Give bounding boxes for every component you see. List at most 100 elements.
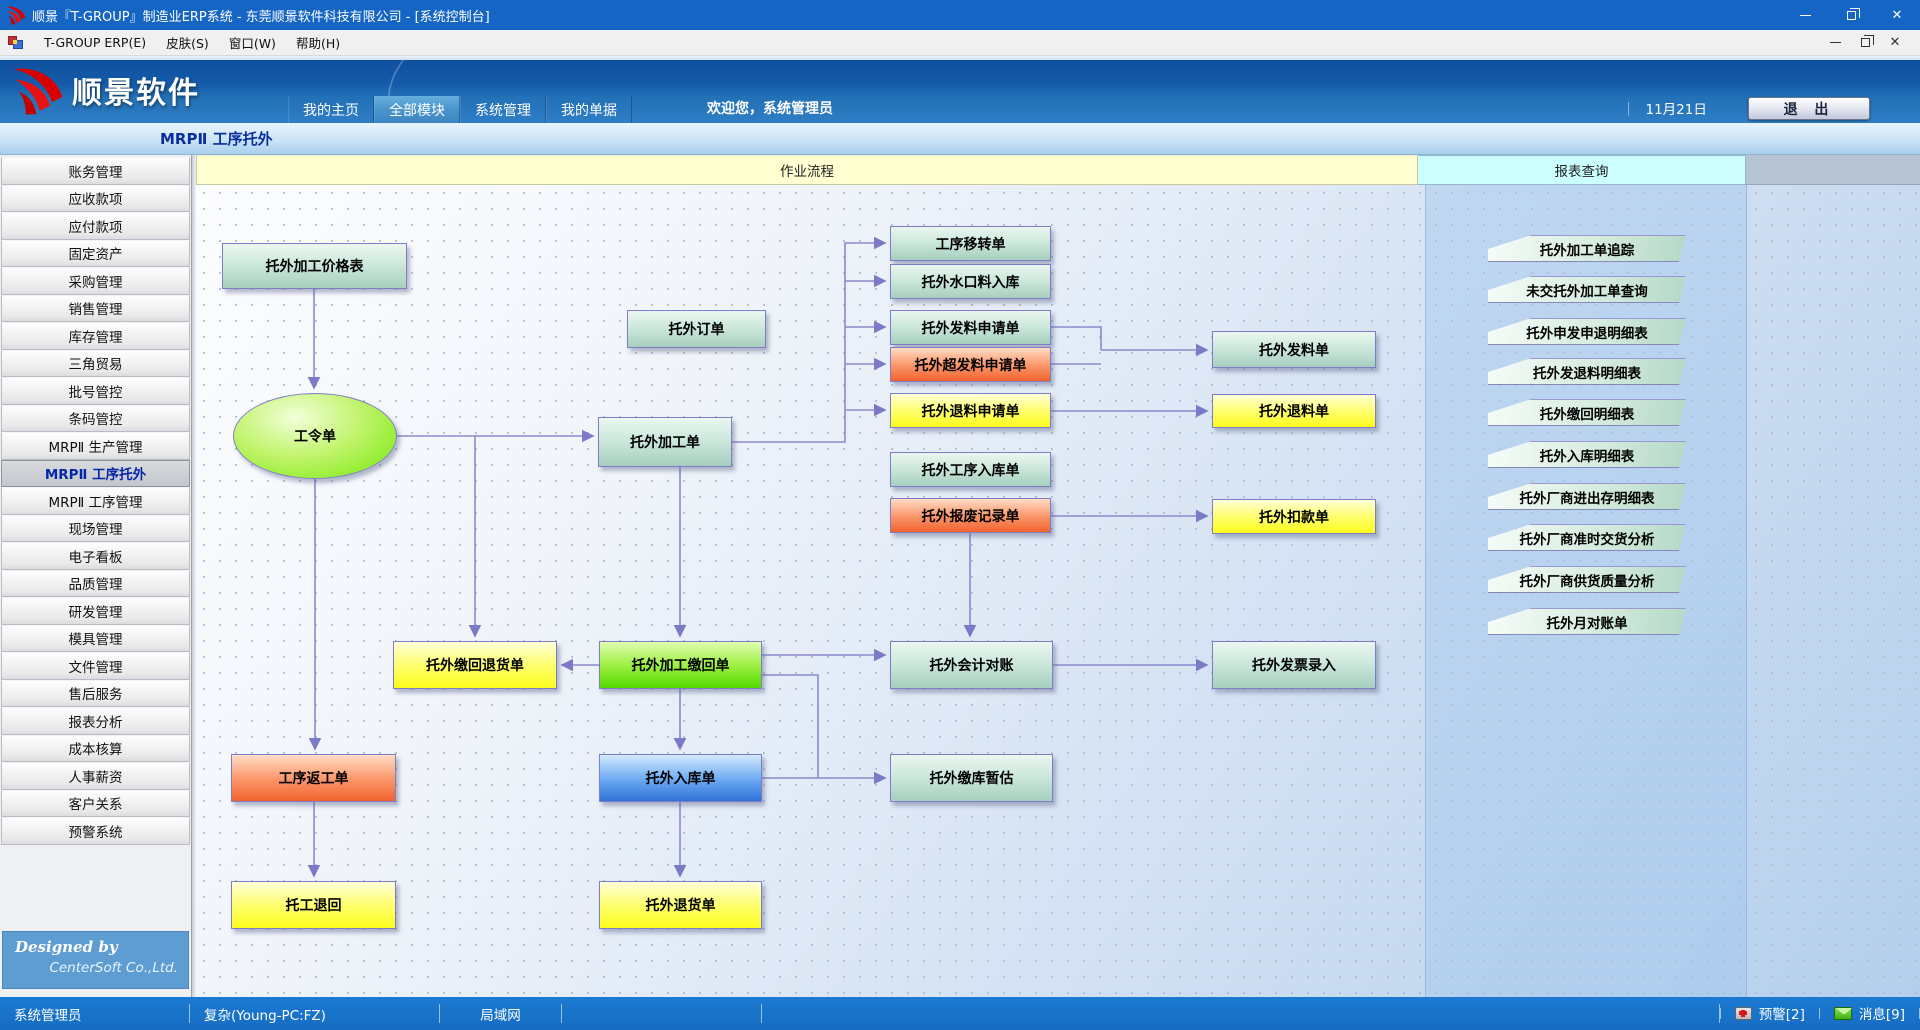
status-user: 系统管理员 xyxy=(0,1004,190,1024)
sidebar-item-5[interactable]: 销售管理 xyxy=(1,295,190,323)
mdi-minimize-icon[interactable] xyxy=(1820,42,1850,43)
sidebar-item-14[interactable]: 电子看板 xyxy=(1,542,190,570)
close-icon[interactable]: ✕ xyxy=(1874,0,1920,30)
designed-by-line1: Designed by xyxy=(15,938,178,956)
restore-icon[interactable] xyxy=(1828,0,1874,30)
status-empty-segment xyxy=(562,1004,762,1024)
sidebar-item-23[interactable]: 客户关系 xyxy=(1,790,190,818)
flow-node-issue-note[interactable]: 托外发料单 xyxy=(1212,331,1376,368)
menu-item-3[interactable]: 帮助(H) xyxy=(286,30,350,55)
main-panel: 作业流程 报表查询 xyxy=(196,155,1920,997)
brand: 顺景软件 xyxy=(12,64,200,116)
content: 账务管理应收款项应付款项固定资产采购管理销售管理库存管理三角贸易批号管控条码管控… xyxy=(0,155,1920,997)
designed-by-line2: CenterSoft Co.,Ltd. xyxy=(15,960,178,976)
flow-node-over-issue-request[interactable]: 托外超发料申请单 xyxy=(890,347,1051,382)
designed-by-panel: Designed by CenterSoft Co.,Ltd. xyxy=(2,931,189,989)
sidebar-item-4[interactable]: 采购管理 xyxy=(1,267,190,295)
header-spacer xyxy=(1746,155,1920,185)
header: 顺景软件 我的主页全部模块系统管理我的单据 欢迎您，系统管理员 ｜11月21日 … xyxy=(0,60,1920,123)
sidebar-item-19[interactable]: 售后服务 xyxy=(1,680,190,708)
menu-item-0[interactable]: T-GROUP ERP(E) xyxy=(34,30,156,55)
sidebar-item-1[interactable]: 应收款项 xyxy=(1,185,190,213)
menu-item-2[interactable]: 窗口(W) xyxy=(219,30,286,55)
statusbar: 系统管理员 复杂(Young-PC:FZ) 局域网 预警[2] 消息[9] xyxy=(0,997,1920,1030)
window-title: 顺景『T-GROUP』制造业ERP系统 - 东莞顺景软件科技有限公司 - [系统… xyxy=(32,6,1782,25)
form-icon xyxy=(8,36,24,50)
mdi-close-icon[interactable]: ✕ xyxy=(1880,36,1910,49)
report-header: 报表查询 xyxy=(1418,155,1746,185)
status-messages[interactable]: 消息[9] xyxy=(1820,1008,1920,1020)
mdi-window-controls: ✕ xyxy=(1820,36,1920,49)
menu-item-1[interactable]: 皮肤(S) xyxy=(156,30,219,55)
flow-node-deduction-note[interactable]: 托外扣款单 xyxy=(1212,499,1376,534)
status-alerts[interactable]: 预警[2] xyxy=(1720,1008,1820,1020)
mdi-restore-icon[interactable] xyxy=(1850,38,1880,47)
message-envelope-icon xyxy=(1834,1007,1852,1020)
flow-node-price-table[interactable]: 托外加工价格表 xyxy=(222,243,407,289)
flow-node-return-request[interactable]: 托外退料申请单 xyxy=(890,393,1051,428)
flow-node-return-note[interactable]: 托外退料单 xyxy=(1212,394,1376,428)
minimize-icon[interactable] xyxy=(1782,0,1828,30)
flow-node-proc-return[interactable]: 托外加工缴回单 xyxy=(599,641,762,689)
sidebar-item-2[interactable]: 应付款项 xyxy=(1,212,190,240)
flow-node-nozzle-in[interactable]: 托外水口料入库 xyxy=(890,264,1051,299)
brand-logo-icon xyxy=(12,64,64,116)
flow-node-outsource-proc[interactable]: 托外加工单 xyxy=(598,417,732,467)
sidebar-item-12[interactable]: MRPⅡ 工序管理 xyxy=(1,487,190,515)
date-text: ｜11月21日 xyxy=(1622,98,1707,118)
sidebar-filler xyxy=(0,845,191,932)
sidebar-item-17[interactable]: 模具管理 xyxy=(1,625,190,653)
tab-1[interactable]: 全部模块 xyxy=(374,96,460,123)
flow-node-goods-return[interactable]: 托外退货单 xyxy=(599,881,762,929)
titlebar: 顺景『T-GROUP』制造业ERP系统 - 东莞顺景软件科技有限公司 - [系统… xyxy=(0,0,1920,30)
page-title: MRPⅡ 工序托外 xyxy=(160,128,273,149)
flow-node-work-order[interactable]: 工令单 xyxy=(233,393,397,479)
sidebar-item-0[interactable]: 账务管理 xyxy=(1,157,190,185)
sidebar-item-24[interactable]: 预警系统 xyxy=(1,817,190,845)
flow-header: 作业流程 xyxy=(196,155,1418,185)
flow-node-outsource-order[interactable]: 托外订单 xyxy=(627,310,766,348)
exit-button[interactable]: 退 出 xyxy=(1748,97,1870,120)
sidebar-item-21[interactable]: 成本核算 xyxy=(1,735,190,763)
flow-node-account-check[interactable]: 托外会计对账 xyxy=(890,641,1053,689)
welcome-text: 欢迎您，系统管理员 xyxy=(707,98,833,118)
sidebar-item-16[interactable]: 研发管理 xyxy=(1,597,190,625)
sidebar-item-18[interactable]: 文件管理 xyxy=(1,652,190,680)
flow-node-warehouse-in[interactable]: 托外入库单 xyxy=(599,754,762,802)
flow-node-labor-return[interactable]: 托工退回 xyxy=(231,881,396,929)
flow-node-return-goods-note[interactable]: 托外缴回退货单 xyxy=(393,641,557,689)
sidebar-item-11[interactable]: MRPⅡ 工序托外 xyxy=(1,460,190,488)
app-logo-icon xyxy=(6,5,26,25)
status-spacer xyxy=(762,1004,1720,1024)
status-host: 复杂(Young-PC:FZ) xyxy=(190,1004,440,1024)
sidebar-item-3[interactable]: 固定资产 xyxy=(1,240,190,268)
sidebar-item-6[interactable]: 库存管理 xyxy=(1,322,190,350)
flow-node-issue-request[interactable]: 托外发料申请单 xyxy=(890,310,1051,345)
tab-2[interactable]: 系统管理 xyxy=(460,96,546,123)
sidebar-item-15[interactable]: 品质管理 xyxy=(1,570,190,598)
tab-3[interactable]: 我的单据 xyxy=(546,96,632,123)
panel-headers: 作业流程 报表查询 xyxy=(196,155,1920,185)
nav-tabs: 我的主页全部模块系统管理我的单据 xyxy=(288,96,632,123)
status-network: 局域网 xyxy=(440,1004,562,1024)
sidebar-item-8[interactable]: 批号管控 xyxy=(1,377,190,405)
flow-node-proc-warehouse-in[interactable]: 托外工序入库单 xyxy=(890,452,1051,487)
flow-node-scrap-record[interactable]: 托外报废记录单 xyxy=(890,498,1051,533)
sidebar: 账务管理应收款项应付款项固定资产采购管理销售管理库存管理三角贸易批号管控条码管控… xyxy=(0,155,192,997)
flow-node-invoice-entry[interactable]: 托外发票录入 xyxy=(1212,641,1376,689)
brand-name: 顺景软件 xyxy=(72,68,200,112)
sidebar-item-9[interactable]: 条码管控 xyxy=(1,405,190,433)
flow-node-proc-transfer[interactable]: 工序移转单 xyxy=(890,226,1051,261)
menubar: T-GROUP ERP(E)皮肤(S)窗口(W)帮助(H) ✕ xyxy=(0,30,1920,56)
sidebar-item-7[interactable]: 三角贸易 xyxy=(1,350,190,378)
sidebar-item-13[interactable]: 现场管理 xyxy=(1,515,190,543)
alert-kit-icon xyxy=(1735,1007,1752,1020)
flow-node-storage-estimate[interactable]: 托外缴库暂估 xyxy=(890,754,1053,802)
sidebar-item-10[interactable]: MRPⅡ 生产管理 xyxy=(1,432,190,460)
sidebar-item-20[interactable]: 报表分析 xyxy=(1,707,190,735)
flow-node-rework-order[interactable]: 工序返工单 xyxy=(231,754,396,802)
sidebar-item-22[interactable]: 人事薪资 xyxy=(1,762,190,790)
tab-0[interactable]: 我的主页 xyxy=(288,96,374,123)
subheader: MRPⅡ 工序托外 xyxy=(0,123,1920,155)
flow-canvas: 托外加工价格表工令单托外订单托外加工单工序移转单托外水口料入库托外发料申请单托外… xyxy=(196,185,1920,997)
